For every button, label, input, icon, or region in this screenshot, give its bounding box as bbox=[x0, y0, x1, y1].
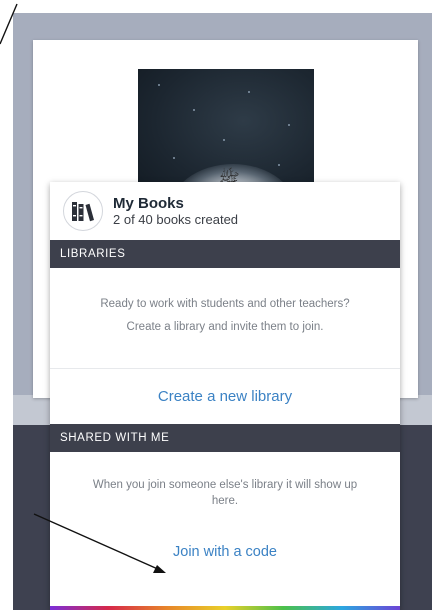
star bbox=[278, 164, 280, 166]
books-count: 2 of 40 books created bbox=[113, 211, 239, 227]
book-cover[interactable]: ﷺ bbox=[138, 69, 314, 199]
libraries-message-line1: Ready to work with students and other te… bbox=[100, 298, 350, 310]
libraries-empty-message: Ready to work with students and other te… bbox=[50, 268, 400, 368]
star bbox=[288, 124, 290, 126]
screen: ﷺ My Books 2 of 40 books created LIBRARI… bbox=[0, 0, 432, 610]
libraries-section-header: LIBRARIES bbox=[50, 240, 400, 268]
star bbox=[193, 109, 195, 111]
star bbox=[158, 84, 160, 86]
rainbow-bar bbox=[50, 606, 400, 610]
shared-empty-message: When you join someone else's library it … bbox=[92, 479, 358, 507]
shared-section-header: SHARED WITH ME bbox=[50, 424, 400, 452]
join-with-code-button[interactable]: Join with a code bbox=[50, 532, 400, 572]
bookshelf-icon bbox=[63, 191, 103, 231]
my-books-dropdown: My Books 2 of 40 books created LIBRARIES… bbox=[50, 182, 400, 610]
create-library-button[interactable]: Create a new library bbox=[50, 369, 400, 424]
my-books-header[interactable]: My Books 2 of 40 books created bbox=[50, 182, 400, 240]
panel-title: My Books bbox=[113, 194, 184, 212]
star bbox=[173, 157, 175, 159]
star bbox=[223, 139, 225, 141]
star bbox=[248, 91, 250, 93]
libraries-message-line2: Create a library and invite them to join… bbox=[126, 321, 324, 333]
